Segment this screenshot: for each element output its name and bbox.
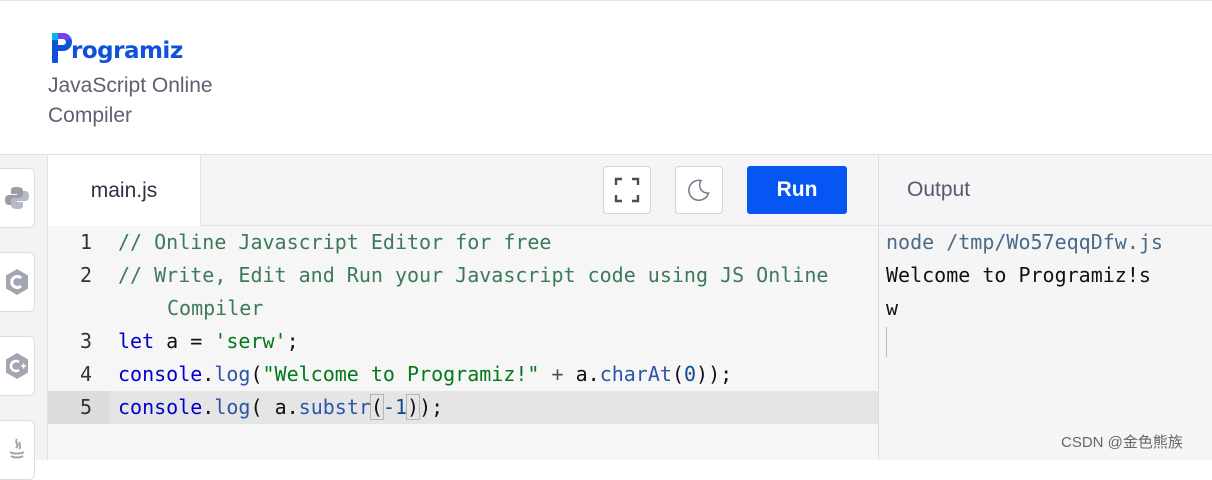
run-button[interactable]: Run	[747, 166, 847, 214]
programiz-logo[interactable]: rogramiz	[50, 29, 183, 65]
moon-icon	[688, 179, 710, 202]
programiz-logo-icon	[50, 31, 72, 65]
token-string: "Welcome to Programiz!"	[262, 362, 540, 386]
token-keyword: let	[118, 329, 155, 353]
output-line: node /tmp/Wo57eqqDfw.js	[886, 230, 1163, 254]
token-string: 'serw'	[214, 329, 287, 353]
python-icon	[5, 187, 29, 209]
token-variable: a.	[274, 395, 299, 419]
token-operator: +	[539, 362, 576, 386]
code-line[interactable]: 3 let a = 'serw';	[48, 325, 878, 358]
java-icon	[9, 438, 25, 459]
tab-main-js[interactable]: main.js	[48, 155, 201, 226]
token-punct: (	[671, 362, 684, 386]
token-method: charAt	[599, 362, 672, 386]
fullscreen-button[interactable]	[603, 166, 651, 214]
page-title-line2: Compiler	[48, 104, 133, 127]
language-python-button[interactable]	[0, 168, 35, 228]
token-number: -1	[382, 395, 408, 419]
language-java-button[interactable]	[0, 420, 35, 480]
code-area[interactable]: 1 // Online Javascript Editor for free 2…	[48, 226, 878, 460]
line-number: 5	[79, 395, 92, 419]
page-title-line1: JavaScript Online	[48, 74, 213, 97]
token-bracket-match: (	[369, 394, 384, 420]
line-number: 2	[79, 263, 92, 287]
code-text: // Write, Edit and Run your Javascript c…	[118, 263, 829, 287]
token-plain: a =	[154, 329, 215, 353]
output-console[interactable]: node /tmp/Wo57eqqDfw.js Welcome to Progr…	[886, 226, 1206, 357]
language-cpp-button[interactable]	[0, 336, 35, 396]
fullscreen-icon	[614, 177, 640, 203]
token-variable: a.	[575, 362, 600, 386]
logo-wordmark: rogramiz	[71, 38, 183, 64]
c-icon	[6, 269, 28, 295]
token-punct: .	[202, 395, 215, 419]
output-header: Output	[879, 155, 1212, 226]
line-number: 4	[79, 362, 92, 386]
cpp-icon	[6, 353, 28, 379]
output-title: Output	[907, 178, 971, 201]
code-line[interactable]: 4 console.log("Welcome to Programiz!" + …	[48, 358, 878, 391]
output-line: w	[886, 296, 899, 320]
code-text: console.log("Welcome to Programiz!" + a.…	[118, 358, 732, 391]
token-punct: (	[250, 395, 275, 419]
code-text: console.log( a.substr(-1));	[118, 391, 443, 424]
page-title: JavaScript Online Compiler	[48, 71, 248, 131]
token-punct: .	[202, 362, 215, 386]
code-line-active[interactable]: 5 console.log( a.substr(-1));	[48, 391, 878, 424]
header: rogramiz JavaScript Online Compiler	[0, 1, 1212, 154]
token-number: 0	[683, 362, 697, 386]
token-method: substr	[298, 395, 371, 419]
token-punct: ));	[696, 362, 733, 386]
token-punct: (	[250, 362, 263, 386]
token-object: console	[118, 362, 203, 386]
code-text: let a = 'serw';	[118, 325, 299, 358]
language-c-button[interactable]	[0, 252, 35, 312]
code-text-wrapped: Compiler	[167, 296, 264, 320]
dark-mode-button[interactable]	[675, 166, 723, 214]
output-line: Welcome to Programiz!s	[886, 263, 1151, 287]
token-bracket-match: )	[406, 394, 421, 420]
token-punct: );	[419, 395, 444, 419]
watermark: CSDN @金色熊族	[1061, 434, 1183, 451]
editor-toolbar: main.js Run	[48, 155, 878, 226]
line-number: 1	[79, 230, 92, 254]
language-sidebar	[0, 155, 48, 480]
code-line[interactable]: 2 // Write, Edit and Run your Javascript…	[48, 259, 878, 292]
code-line[interactable]: 1 // Online Javascript Editor for free	[48, 226, 878, 259]
output-panel: Output node /tmp/Wo57eqqDfw.js Welcome t…	[878, 155, 1212, 460]
code-editor: main.js Run 1 // Online Javascript Edito…	[48, 155, 878, 460]
code-text: // Online Javascript Editor for free	[118, 230, 552, 254]
token-punct: ;	[286, 329, 299, 353]
code-line-wrap[interactable]: Compiler	[48, 292, 878, 325]
token-method: log	[214, 362, 251, 386]
token-object: console	[118, 395, 203, 419]
line-number: 3	[79, 329, 92, 353]
token-method: log	[214, 395, 251, 419]
output-input-caret	[886, 327, 887, 357]
